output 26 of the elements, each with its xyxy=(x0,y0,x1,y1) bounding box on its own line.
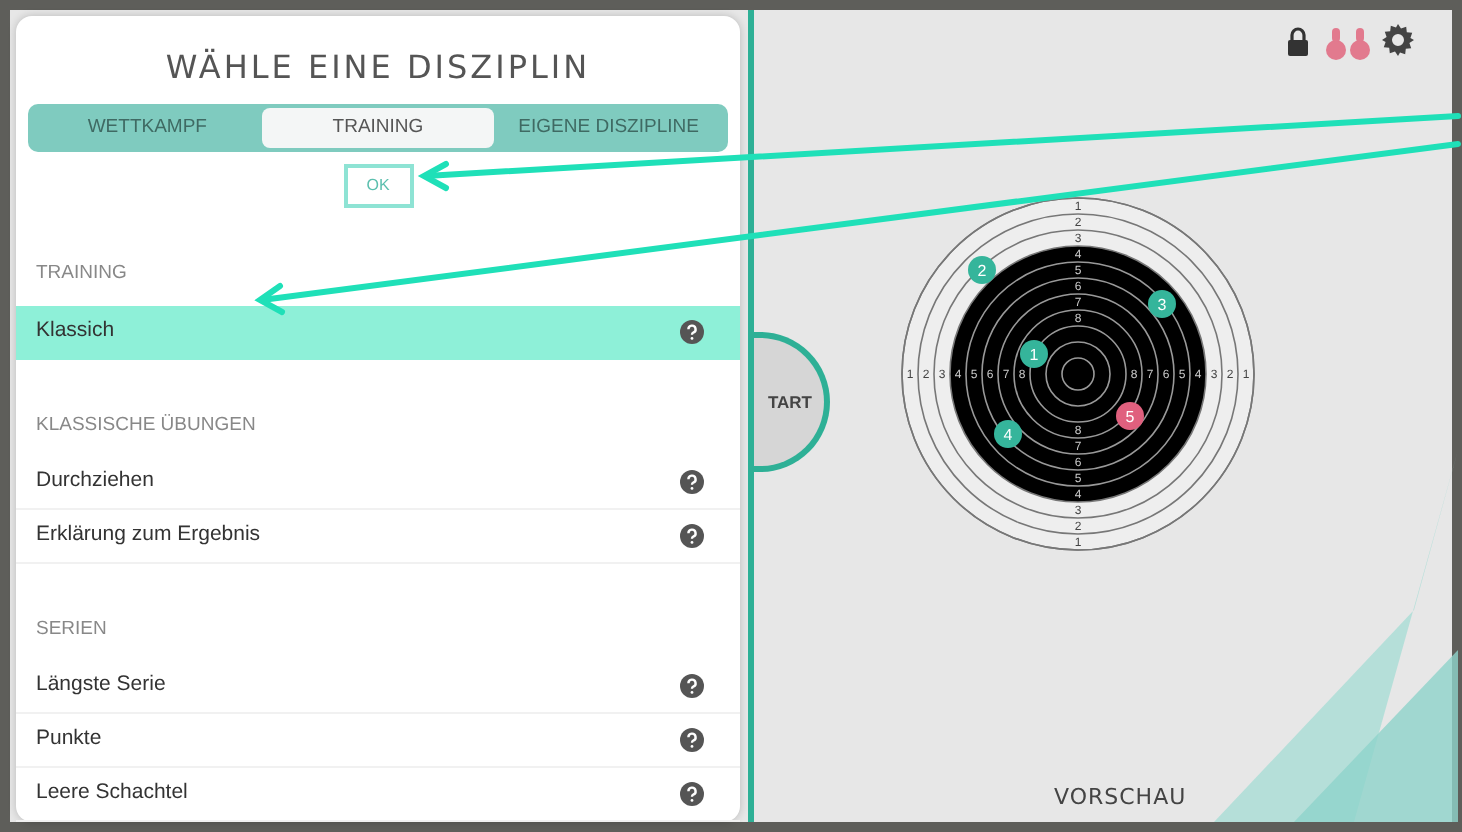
help-icon[interactable] xyxy=(680,319,704,343)
section-heading: KLASSISCHE ÜBUNGEN xyxy=(34,411,258,439)
help-icon[interactable] xyxy=(680,523,704,548)
settings-icon[interactable] xyxy=(1382,22,1414,58)
help-icon[interactable] xyxy=(680,469,704,494)
tab[interactable]: TRAINING xyxy=(262,108,494,149)
shot-marker: 3 xyxy=(1148,290,1176,318)
panel-title: WÄHLE EINE DISZIPLIN xyxy=(163,46,593,90)
preview-label: VORSCHAU xyxy=(1054,781,1187,813)
shot-marker: 5 xyxy=(1116,402,1144,430)
list-item[interactable]: Klassich xyxy=(16,305,740,359)
shot-marker: 2 xyxy=(968,256,996,284)
list-item[interactable]: Erklärung zum Ergebnis xyxy=(16,509,740,564)
help-icon[interactable] xyxy=(680,728,704,752)
section-heading: SERIEN xyxy=(34,615,109,644)
help-icon[interactable] xyxy=(680,782,704,806)
lock-icon[interactable] xyxy=(1286,26,1310,58)
section-heading: TRAINING xyxy=(34,260,129,289)
shot-marker: 4 xyxy=(994,420,1022,448)
list-item[interactable]: Längste Serie xyxy=(16,660,740,714)
list-item[interactable]: Punkte xyxy=(16,714,740,768)
help-icon[interactable] xyxy=(680,674,704,698)
shot-marker: 1 xyxy=(1020,340,1048,368)
list-item[interactable]: Leere Schachtel xyxy=(16,768,740,822)
start-button[interactable]: TART xyxy=(754,332,830,472)
list-item[interactable]: Durchziehen xyxy=(16,455,740,510)
